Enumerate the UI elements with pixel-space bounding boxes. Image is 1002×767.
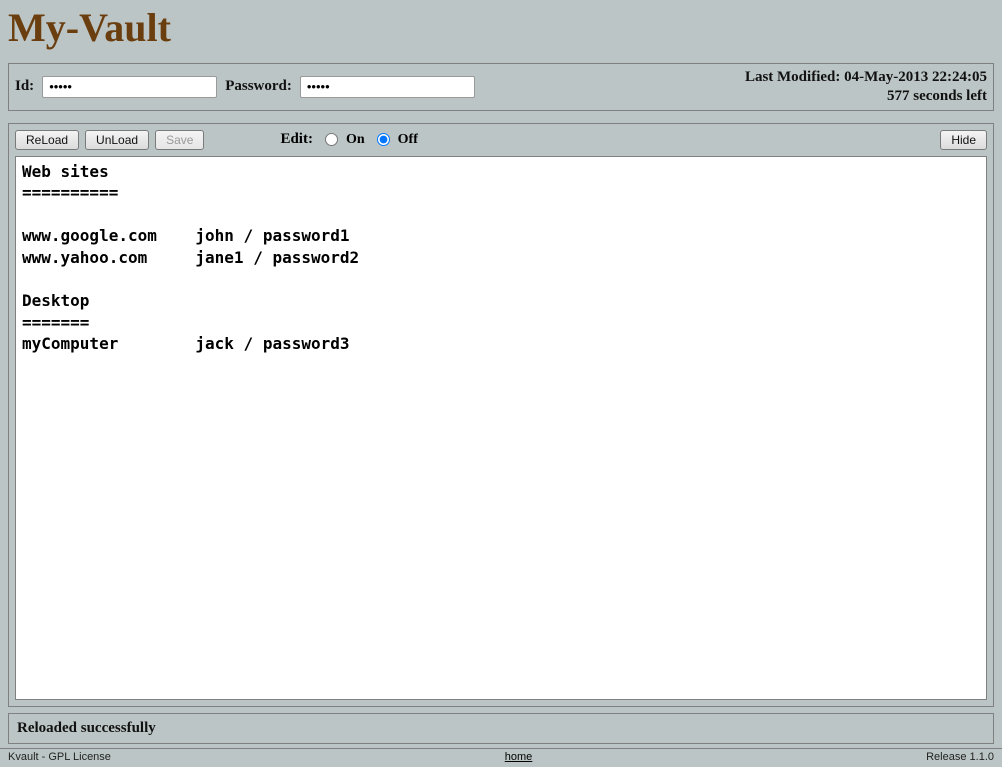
app-root: My-Vault Id: Password: Last Modified: 04…	[0, 0, 1002, 767]
edit-on-label: On	[346, 132, 365, 148]
home-link[interactable]: home	[505, 751, 533, 763]
edit-label: Edit:	[280, 131, 313, 148]
edit-off-label: Off	[398, 132, 418, 148]
edit-on-radio[interactable]	[325, 133, 338, 146]
footer-left: Kvault - GPL License	[8, 751, 111, 763]
app-title: My-Vault	[8, 4, 994, 51]
id-input[interactable]	[42, 76, 217, 98]
toolbar: ReLoad UnLoad Save Edit: On Off Hide	[15, 130, 987, 150]
id-label: Id:	[15, 78, 34, 95]
status-bar: Reloaded successfully	[8, 713, 994, 744]
seconds-left: 577 seconds left	[745, 87, 987, 106]
reload-button[interactable]: ReLoad	[15, 130, 79, 150]
save-button[interactable]: Save	[155, 130, 204, 150]
footer: Kvault - GPL License home Release 1.1.0	[0, 748, 1002, 767]
footer-release: Release 1.1.0	[926, 751, 994, 763]
last-modified-label: Last Modified:	[745, 69, 840, 85]
status-block: Last Modified: 04-May-2013 22:24:05 577 …	[745, 68, 987, 106]
last-modified-value: 04-May-2013 22:24:05	[844, 69, 987, 85]
toolbar-right: Hide	[940, 130, 987, 150]
password-label: Password:	[225, 78, 292, 95]
hide-button[interactable]: Hide	[940, 130, 987, 150]
credentials-panel: Id: Password: Last Modified: 04-May-2013…	[8, 63, 994, 111]
vault-content[interactable]	[15, 156, 987, 701]
edit-off-radio[interactable]	[377, 133, 390, 146]
toolbar-left: ReLoad UnLoad Save Edit: On Off	[15, 130, 418, 150]
credentials-left: Id: Password:	[15, 76, 475, 98]
password-input[interactable]	[300, 76, 475, 98]
unload-button[interactable]: UnLoad	[85, 130, 149, 150]
last-modified: Last Modified: 04-May-2013 22:24:05	[745, 68, 987, 87]
edit-toggle-group: Edit: On Off	[280, 131, 417, 148]
main-panel: ReLoad UnLoad Save Edit: On Off Hide	[8, 123, 994, 708]
